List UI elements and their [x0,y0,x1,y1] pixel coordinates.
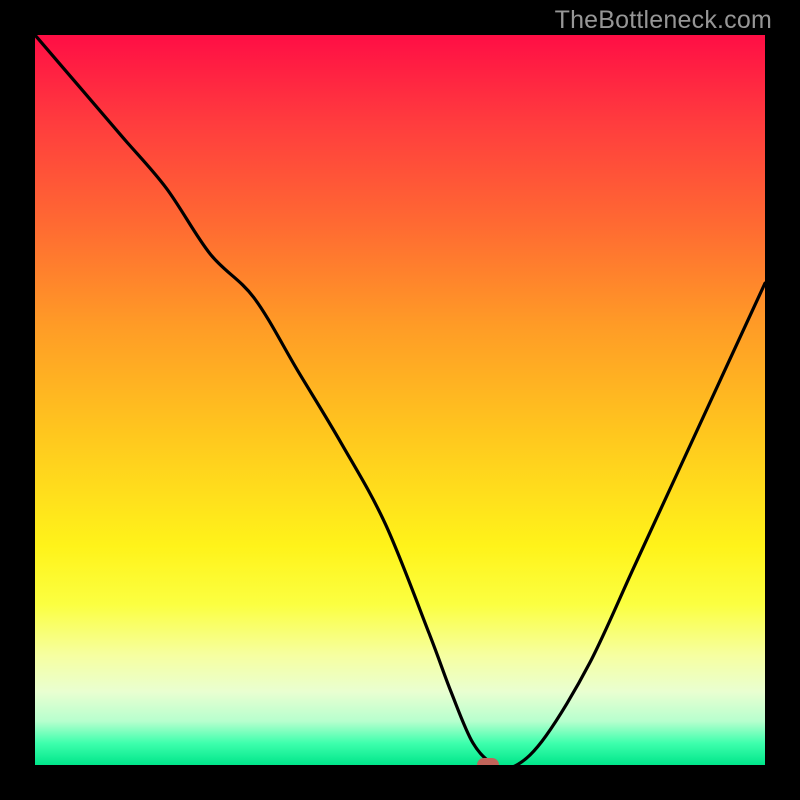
watermark-text: TheBottleneck.com [555,6,772,35]
chart-frame: TheBottleneck.com [0,0,800,800]
plot-area [35,35,765,765]
optimum-marker [477,758,499,765]
bottleneck-curve [35,35,765,765]
